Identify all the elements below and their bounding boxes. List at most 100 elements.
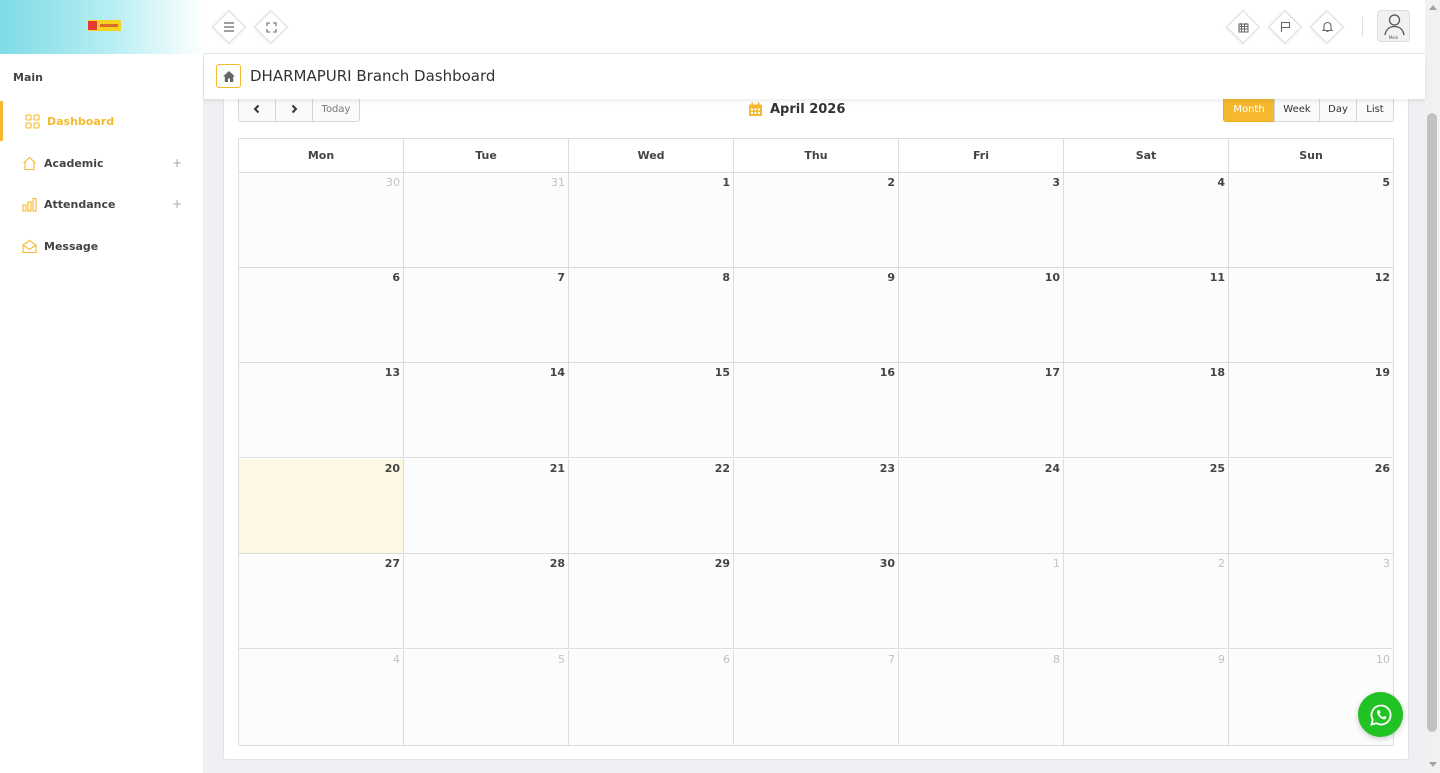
day-number[interactable]: 30 (880, 557, 895, 570)
day-number[interactable]: 13 (385, 366, 400, 379)
day-number[interactable]: 5 (558, 653, 565, 666)
calendar-day[interactable]: 23 (734, 459, 899, 554)
calendar-day[interactable]: 13 (239, 363, 404, 458)
day-number[interactable]: 29 (715, 557, 730, 570)
day-number[interactable]: 3 (1383, 557, 1390, 570)
calendar-day-today[interactable]: 20 (239, 459, 404, 554)
calendar-day[interactable]: 8 (899, 650, 1064, 746)
day-number[interactable]: 4 (393, 653, 400, 666)
calendar-day[interactable]: 8 (569, 268, 734, 363)
sidebar-item-dashboard[interactable]: Dashboard (0, 101, 204, 141)
day-view-button[interactable]: Day (1319, 96, 1357, 122)
day-number[interactable]: 23 (880, 462, 895, 475)
day-number[interactable]: 31 (551, 176, 565, 189)
notifications-button[interactable] (1310, 10, 1344, 44)
sidebar-item-message[interactable]: Message (0, 226, 204, 266)
calendar-day[interactable]: 22 (569, 459, 734, 554)
day-number[interactable]: 10 (1376, 653, 1390, 666)
day-number[interactable]: 7 (557, 271, 565, 284)
next-month-button[interactable] (275, 96, 313, 122)
fullscreen-button[interactable] (254, 10, 288, 44)
calendar-day[interactable]: 16 (734, 363, 899, 458)
flag-button[interactable] (1268, 10, 1302, 44)
calendar-day[interactable]: 21 (404, 459, 569, 554)
calendar-button[interactable] (1226, 10, 1260, 44)
calendar-day[interactable]: 4 (239, 650, 404, 746)
calendar-day[interactable]: 4 (1064, 173, 1229, 268)
prev-month-button[interactable] (238, 96, 276, 122)
day-number[interactable]: 5 (1382, 176, 1390, 189)
day-number[interactable]: 6 (392, 271, 400, 284)
day-number[interactable]: 11 (1210, 271, 1225, 284)
today-button[interactable]: Today (312, 96, 360, 122)
expand-icon[interactable]: + (172, 197, 182, 211)
day-number[interactable]: 18 (1210, 366, 1225, 379)
day-number[interactable]: 1 (1053, 557, 1060, 570)
day-number[interactable]: 17 (1045, 366, 1060, 379)
calendar-day[interactable]: 3 (899, 173, 1064, 268)
day-number[interactable]: 20 (385, 462, 400, 475)
calendar-day[interactable]: 31 (404, 173, 569, 268)
day-number[interactable]: 3 (1052, 176, 1060, 189)
menu-toggle-button[interactable] (212, 10, 246, 44)
day-number[interactable]: 26 (1375, 462, 1390, 475)
calendar-day[interactable]: 1 (569, 173, 734, 268)
home-button[interactable] (216, 64, 241, 88)
day-number[interactable]: 4 (1217, 176, 1225, 189)
day-number[interactable]: 24 (1045, 462, 1060, 475)
day-number[interactable]: 19 (1375, 366, 1390, 379)
day-number[interactable]: 16 (880, 366, 895, 379)
list-view-button[interactable]: List (1356, 96, 1394, 122)
calendar-day[interactable]: 18 (1064, 363, 1229, 458)
scrollbar[interactable] (1425, 0, 1440, 773)
day-number[interactable]: 9 (1218, 653, 1225, 666)
calendar-day[interactable]: 28 (404, 554, 569, 649)
calendar-day[interactable]: 7 (404, 268, 569, 363)
day-number[interactable]: 8 (722, 271, 730, 284)
calendar-day[interactable]: 27 (239, 554, 404, 649)
calendar-day[interactable]: 5 (1229, 173, 1394, 268)
calendar-day[interactable]: 11 (1064, 268, 1229, 363)
month-view-button[interactable]: Month (1223, 96, 1275, 122)
calendar-day[interactable]: 9 (1064, 650, 1229, 746)
day-number[interactable]: 9 (887, 271, 895, 284)
school-logo[interactable] (88, 20, 121, 31)
whatsapp-button[interactable] (1358, 692, 1403, 737)
day-number[interactable]: 2 (887, 176, 895, 189)
day-number[interactable]: 25 (1210, 462, 1225, 475)
sidebar-item-attendance[interactable]: Attendance + (0, 184, 204, 224)
calendar-day[interactable]: 15 (569, 363, 734, 458)
day-number[interactable]: 28 (550, 557, 565, 570)
day-number[interactable]: 8 (1053, 653, 1060, 666)
calendar-day[interactable]: 30 (239, 173, 404, 268)
calendar-day[interactable]: 30 (734, 554, 899, 649)
day-number[interactable]: 14 (550, 366, 565, 379)
scroll-down-arrow-icon[interactable] (1429, 762, 1437, 767)
calendar-day[interactable]: 24 (899, 459, 1064, 554)
day-number[interactable]: 1 (722, 176, 730, 189)
day-number[interactable]: 27 (385, 557, 400, 570)
calendar-day[interactable]: 6 (239, 268, 404, 363)
calendar-day[interactable]: 26 (1229, 459, 1394, 554)
calendar-day[interactable]: 1 (899, 554, 1064, 649)
user-avatar[interactable]: Main (1377, 10, 1410, 42)
expand-icon[interactable]: + (172, 156, 182, 170)
day-number[interactable]: 30 (386, 176, 400, 189)
day-number[interactable]: 15 (715, 366, 730, 379)
calendar-day[interactable]: 12 (1229, 268, 1394, 363)
calendar-day[interactable]: 2 (1064, 554, 1229, 649)
calendar-day[interactable]: 9 (734, 268, 899, 363)
day-number[interactable]: 21 (550, 462, 565, 475)
scrollbar-thumb[interactable] (1427, 113, 1437, 732)
calendar-day[interactable]: 19 (1229, 363, 1394, 458)
day-number[interactable]: 2 (1218, 557, 1225, 570)
calendar-day[interactable]: 25 (1064, 459, 1229, 554)
calendar-day[interactable]: 7 (734, 650, 899, 746)
day-number[interactable]: 22 (715, 462, 730, 475)
calendar-day[interactable]: 17 (899, 363, 1064, 458)
day-number[interactable]: 7 (888, 653, 895, 666)
scroll-up-arrow-icon[interactable] (1429, 5, 1437, 10)
calendar-day[interactable]: 2 (734, 173, 899, 268)
sidebar-item-academic[interactable]: Academic + (0, 143, 204, 183)
week-view-button[interactable]: Week (1274, 96, 1320, 122)
